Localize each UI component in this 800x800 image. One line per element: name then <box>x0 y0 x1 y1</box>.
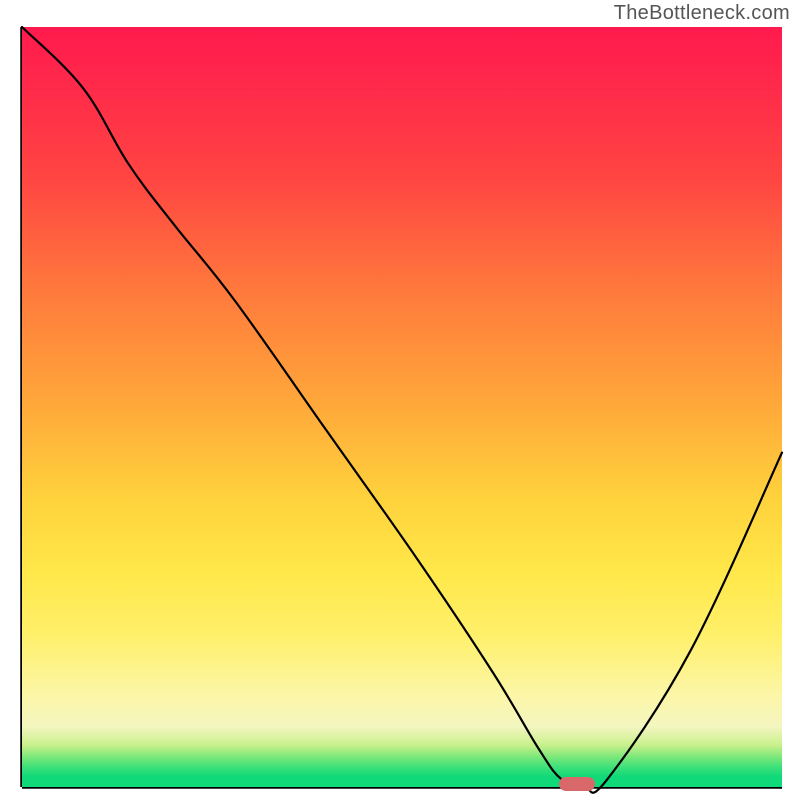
valley-marker <box>559 777 595 791</box>
chart-area <box>22 27 782 787</box>
bottleneck-curve <box>22 27 782 787</box>
